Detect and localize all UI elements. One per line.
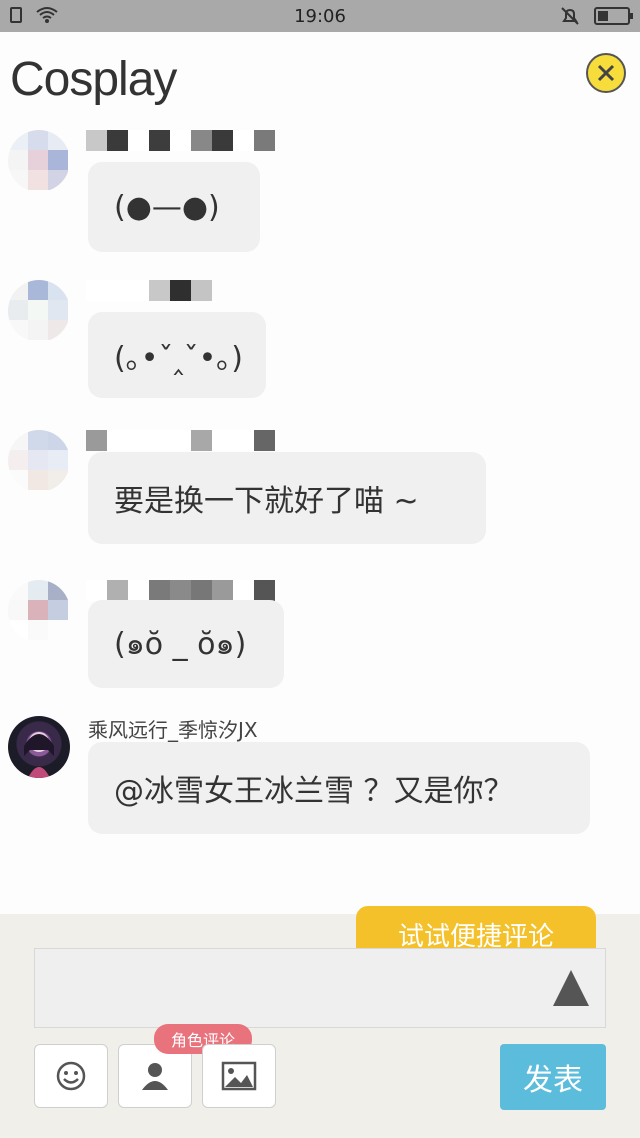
person-icon [142, 1063, 168, 1090]
close-icon [597, 64, 615, 82]
image-button[interactable] [202, 1044, 276, 1108]
username[interactable] [86, 430, 275, 452]
avatar[interactable] [8, 280, 70, 342]
comment-bubble: (●—●) [88, 162, 260, 252]
publish-button[interactable]: 发表 [500, 1044, 606, 1110]
comment-bubble: (｡•ˇ‸ˇ•｡) [88, 312, 266, 398]
status-time: 19:06 [294, 6, 346, 27]
image-icon [221, 1061, 257, 1091]
comment-bubble: @冰雪女王冰兰雪 ？又是你？ [88, 742, 590, 834]
avatar-figure-icon [24, 732, 54, 778]
username[interactable] [86, 280, 212, 302]
avatar[interactable] [8, 130, 70, 192]
username[interactable]: 乘风远行_季惊汐JX [88, 714, 258, 743]
comment-bubble: 要是换一下就好了喵 ~ [88, 452, 486, 544]
username[interactable] [86, 580, 275, 602]
battery-icon [594, 7, 633, 25]
comment-input[interactable] [34, 948, 606, 1028]
mute-bell-icon [561, 7, 579, 25]
avatar[interactable] [8, 580, 70, 642]
avatar[interactable] [8, 716, 70, 778]
emoji-button[interactable] [34, 1044, 108, 1108]
comment-bubble: (๑ŏ _ ŏ๑) [88, 600, 284, 688]
page-title: Cosplay [10, 53, 177, 106]
close-button[interactable] [586, 53, 626, 93]
username[interactable] [86, 130, 275, 152]
status-right [560, 6, 633, 26]
expand-triangle-icon[interactable] [553, 970, 589, 1006]
avatar[interactable] [8, 430, 70, 492]
emoji-icon [56, 1061, 86, 1091]
status-bar: 19:06 [0, 0, 640, 32]
